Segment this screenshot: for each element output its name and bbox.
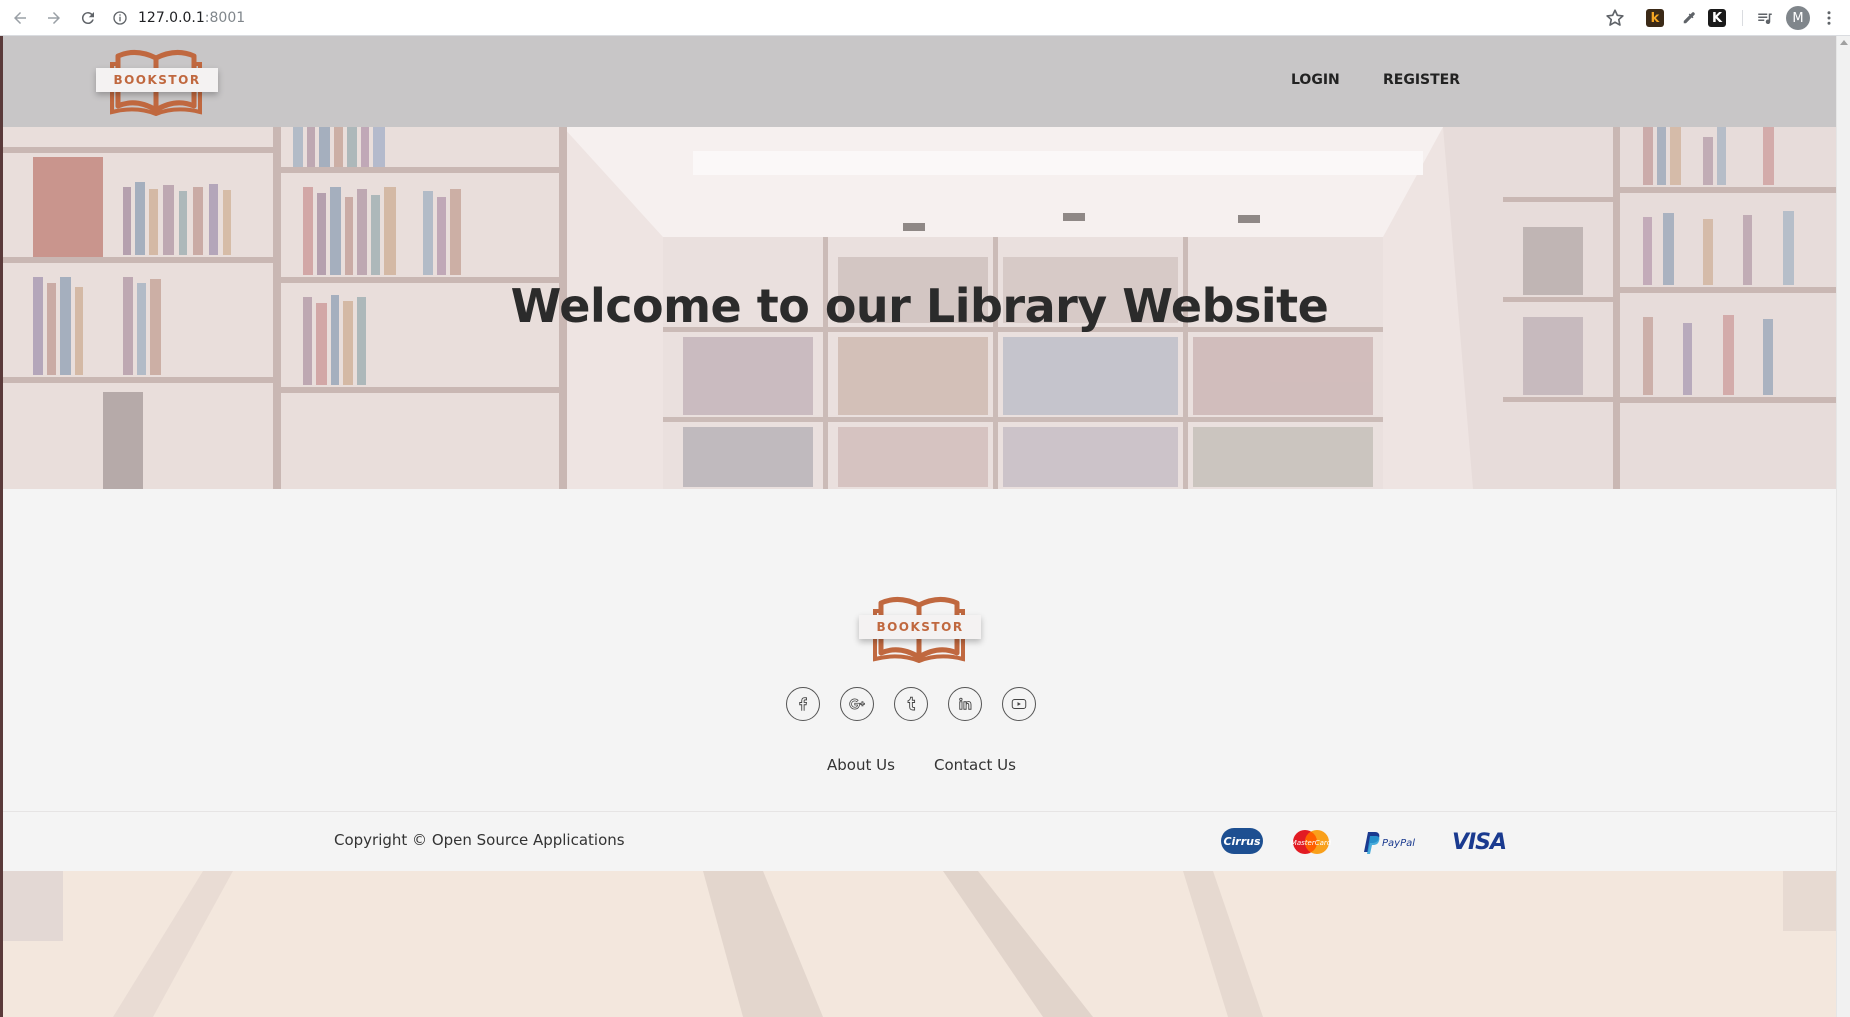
floor-background: [3, 871, 1836, 1017]
browser-toolbar: 127.0.0.1:8001 k K M: [0, 0, 1850, 36]
bookmark-star-icon[interactable]: [1604, 7, 1626, 29]
logo-text: BOOKSTOR: [876, 620, 964, 634]
extension-k-dark-icon[interactable]: K: [1708, 9, 1726, 27]
extension-k-icon[interactable]: k: [1646, 9, 1664, 27]
scroll-up-arrow-icon[interactable]: [1840, 40, 1848, 45]
address-bar[interactable]: 127.0.0.1:8001: [112, 5, 1632, 31]
visa-logo: VISA: [1451, 829, 1507, 855]
forward-arrow-icon: [48, 11, 60, 24]
header-logo[interactable]: BOOKSTOR: [96, 48, 218, 118]
nav-login-link[interactable]: LOGIN: [1291, 72, 1340, 88]
page-scrollbar[interactable]: [1836, 36, 1850, 1017]
mastercard-logo: MasterCard: [1289, 828, 1333, 856]
back-arrow-icon: [14, 11, 26, 24]
nav-register-link[interactable]: REGISTER: [1383, 72, 1460, 88]
youtube-icon[interactable]: [1002, 687, 1036, 721]
profile-avatar[interactable]: M: [1786, 6, 1810, 30]
footer-logo[interactable]: BOOKSTOR: [859, 595, 981, 665]
footer-bottom-bar: Copyright © Open Source Applications Cir…: [3, 811, 1836, 871]
copyright-text: Copyright © Open Source Applications: [334, 831, 625, 849]
tumblr-icon[interactable]: [894, 687, 928, 721]
back-button[interactable]: [6, 4, 34, 32]
logo-text: BOOKSTOR: [113, 73, 201, 87]
url-host: 127.0.0.1: [138, 10, 205, 26]
site-footer: BOOKSTOR About Us Contact Us: [3, 489, 1836, 847]
mastercard-text: MasterCard: [1291, 839, 1332, 847]
hero-banner: Welcome to our Library Website: [3, 127, 1836, 489]
page-viewport: BOOKSTOR LOGIN REGISTER Welcome to our L…: [3, 36, 1836, 1017]
paypal-text: PayPal: [1382, 838, 1415, 849]
eyedropper-icon[interactable]: [1678, 7, 1700, 29]
logo-plate: BOOKSTOR: [96, 68, 218, 92]
about-us-link[interactable]: About Us: [827, 756, 895, 774]
forward-button[interactable]: [40, 4, 68, 32]
media-queue-icon[interactable]: [1754, 7, 1776, 29]
reload-icon: [81, 11, 94, 24]
contact-us-link[interactable]: Contact Us: [934, 756, 1016, 774]
browser-menu-icon[interactable]: [1818, 7, 1840, 29]
cirrus-logo: Cirrus: [1221, 828, 1263, 854]
reload-button[interactable]: [74, 4, 102, 32]
hero-title: Welcome to our Library Website: [510, 279, 1329, 333]
facebook-icon[interactable]: [786, 687, 820, 721]
info-icon[interactable]: [112, 10, 128, 26]
paypal-logo: PayPal: [1360, 828, 1424, 856]
url-port: :8001: [204, 10, 246, 26]
linkedin-icon[interactable]: [948, 687, 982, 721]
google-plus-icon[interactable]: [840, 687, 874, 721]
toolbar-divider: [1742, 10, 1743, 26]
logo-plate: BOOKSTOR: [859, 615, 981, 639]
site-header: BOOKSTOR LOGIN REGISTER: [3, 36, 1836, 127]
